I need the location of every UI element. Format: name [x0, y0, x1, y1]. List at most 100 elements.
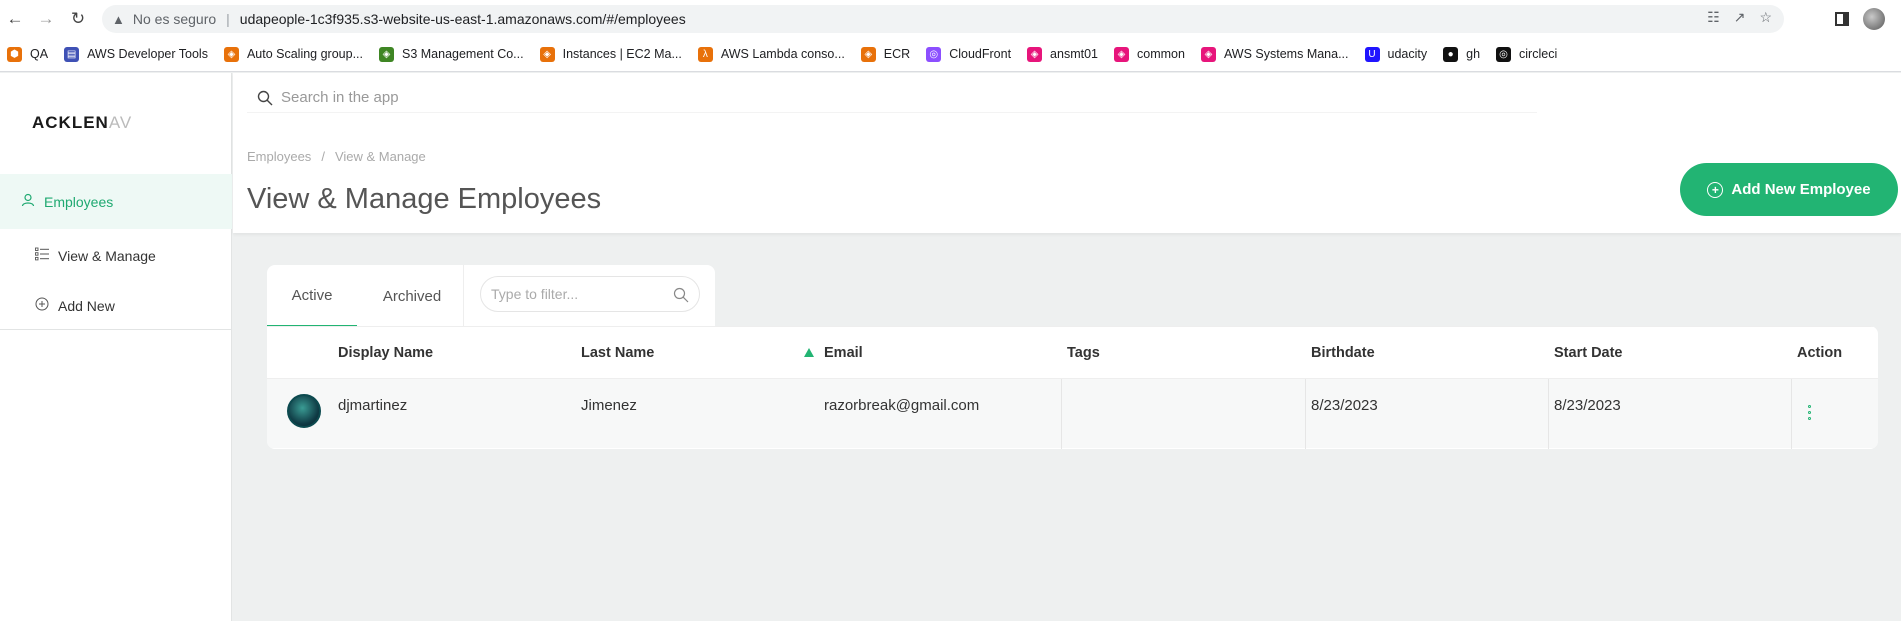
column-header-last-name[interactable]: Last Name	[581, 327, 654, 379]
aws-ecr-icon: ◈	[860, 46, 876, 62]
browser-chrome: ← → ↻ ▲ No es seguro | udapeople-1c3f935…	[0, 0, 1901, 72]
column-separator	[1305, 379, 1306, 449]
column-header-start-date[interactable]: Start Date	[1554, 327, 1623, 379]
bookmark-item[interactable]: ● gh	[1443, 46, 1480, 62]
bookmark-item[interactable]: ◈ S3 Management Co...	[379, 46, 524, 62]
bookmark-item[interactable]: ◈ ECR	[860, 46, 911, 62]
employees-table: Display Name Last Name Email Tags Birthd…	[267, 326, 1878, 449]
cube-icon: ⬢	[7, 46, 22, 62]
bookmark-item[interactable]: ◈ common	[1114, 46, 1185, 62]
bookmark-item[interactable]: Uudacity	[1364, 46, 1428, 62]
filter-input[interactable]	[491, 286, 661, 302]
tab-archived[interactable]: Archived	[367, 265, 457, 327]
github-icon: ●	[1443, 46, 1459, 62]
aws-systems-manager-icon: ◈	[1114, 46, 1129, 62]
address-separator: |	[226, 11, 230, 27]
share-icon[interactable]: ↗	[1734, 9, 1746, 26]
bookmark-item[interactable]: ◈ AWS Systems Mana...	[1200, 46, 1349, 62]
page-header: Employees / View & Manage View & Manage Em…	[233, 73, 1901, 233]
side-panel-icon[interactable]	[1835, 12, 1849, 26]
browser-nav-row: ← → ↻ ▲ No es seguro | udapeople-1c3f935…	[0, 0, 1901, 39]
column-separator	[1548, 379, 1549, 449]
bookmark-label: common	[1137, 47, 1185, 61]
tabs-card: Active Archived	[267, 265, 715, 327]
address-bar[interactable]: ▲ No es seguro | udapeople-1c3f935.s3-we…	[102, 5, 1784, 33]
acklen-avenue-logo: ACKLENAV	[32, 113, 132, 133]
sidebar-item-add-new[interactable]: Add New	[0, 278, 232, 333]
list-icon	[34, 247, 50, 264]
aws-ec2-icon: ◈	[223, 46, 239, 62]
bookmark-label: QA	[30, 47, 49, 61]
aws-dev-tools-icon: ▤	[64, 46, 80, 62]
browser-right-buttons	[1835, 8, 1885, 30]
search-icon[interactable]	[673, 287, 689, 303]
circleci-icon: ◎	[1496, 46, 1512, 62]
aws-s3-icon: ◈	[379, 46, 394, 62]
column-separator	[1791, 379, 1792, 449]
warning-triangle-icon: ▲	[112, 11, 125, 27]
bookmark-label: AWS Systems Mana...	[1223, 47, 1349, 61]
translate-icon[interactable]: ☷	[1707, 9, 1720, 26]
sidebar-item-label: Add New	[58, 297, 115, 314]
profile-avatar[interactable]	[1863, 8, 1885, 30]
column-header-email[interactable]: Email	[824, 327, 863, 379]
column-header-display-name[interactable]: Display Name	[338, 327, 433, 379]
plus-circle-icon: +	[1707, 181, 1724, 198]
bookmark-label: ECR	[883, 47, 911, 61]
tab-divider	[463, 265, 464, 327]
sidebar: ACKLENAV Employees View & Manage Add New	[0, 73, 232, 621]
column-separator	[1061, 379, 1062, 449]
sidebar-divider	[0, 329, 232, 330]
column-header-tags[interactable]: Tags	[1067, 327, 1100, 379]
add-new-employee-button[interactable]: + Add New Employee	[1680, 163, 1898, 216]
cell-birthdate: 8/23/2023	[1311, 396, 1378, 414]
table-header: Display Name Last Name Email Tags Birthd…	[267, 326, 1878, 378]
tab-active[interactable]: Active	[267, 265, 357, 327]
column-header-birthdate[interactable]: Birthdate	[1311, 327, 1375, 379]
bookmark-item[interactable]: λ AWS Lambda conso...	[697, 46, 845, 62]
bookmark-label: AWS Lambda conso...	[720, 47, 845, 61]
bookmark-item[interactable]: ▤ AWS Developer Tools	[64, 46, 208, 62]
bookmark-item[interactable]: ◎ CloudFront	[926, 46, 1012, 62]
more-actions-icon[interactable]	[1808, 405, 1812, 420]
sort-ascending-icon[interactable]	[804, 348, 814, 357]
avatar	[287, 394, 321, 428]
bookmark-label: ansmt01	[1050, 47, 1098, 61]
breadcrumb-employees[interactable]: Employees	[247, 149, 311, 164]
table-row[interactable]: djmartinez Jimenez razorbreak@gmail.com …	[267, 378, 1878, 449]
aws-ec2-icon: ◈	[539, 46, 555, 62]
forward-arrow-icon[interactable]: →	[35, 8, 57, 30]
bookmark-item[interactable]: ⬢ QA	[7, 46, 49, 62]
app-search	[247, 83, 1537, 113]
search-icon	[257, 90, 273, 105]
bookmark-item[interactable]: ◎ circleci	[1496, 46, 1557, 62]
star-icon[interactable]: ☆	[1759, 9, 1772, 26]
bookmark-item[interactable]: ◈ Instances | EC2 Ma...	[539, 46, 682, 62]
cell-last-name: Jimenez	[581, 396, 637, 414]
page-title: View & Manage Employees	[247, 183, 602, 215]
reload-icon[interactable]: ↻	[67, 8, 89, 30]
aws-systems-manager-icon: ◈	[1027, 46, 1043, 62]
bookmark-label: AWS Developer Tools	[87, 47, 208, 61]
sidebar-item-label: View & Manage	[58, 247, 156, 264]
back-arrow-icon[interactable]: ←	[4, 8, 26, 30]
sidebar-item-label: Employees	[44, 193, 114, 210]
bookmark-item[interactable]: ◈ ansmt01	[1027, 46, 1098, 62]
bookmark-label: Instances | EC2 Ma...	[562, 47, 682, 61]
user-icon	[20, 193, 36, 210]
bookmark-item[interactable]: ◈ Auto Scaling group...	[223, 46, 363, 62]
search-input[interactable]	[281, 89, 1481, 106]
bookmark-label: CloudFront	[949, 47, 1012, 61]
udacity-icon: U	[1364, 46, 1380, 62]
cell-display-name: djmartinez	[338, 396, 408, 414]
breadcrumb-view-manage: View & Manage	[334, 149, 426, 164]
omnibox-actions: ☷ ↗ ☆	[1707, 9, 1772, 26]
sidebar-item-view-manage[interactable]: View & Manage	[0, 228, 232, 283]
sidebar-item-employees[interactable]: Employees	[0, 174, 232, 229]
security-label: No es seguro	[132, 11, 217, 27]
breadcrumb: Employees / View & Manage	[247, 149, 426, 164]
logo-fade: AV	[108, 113, 133, 132]
cell-email: razorbreak@gmail.com	[824, 396, 980, 414]
bookmarks-bar: ⬢ QA ▤ AWS Developer Tools ◈ Auto Scaling gro…	[0, 43, 1901, 65]
bookmark-label: udacity	[1387, 47, 1428, 61]
